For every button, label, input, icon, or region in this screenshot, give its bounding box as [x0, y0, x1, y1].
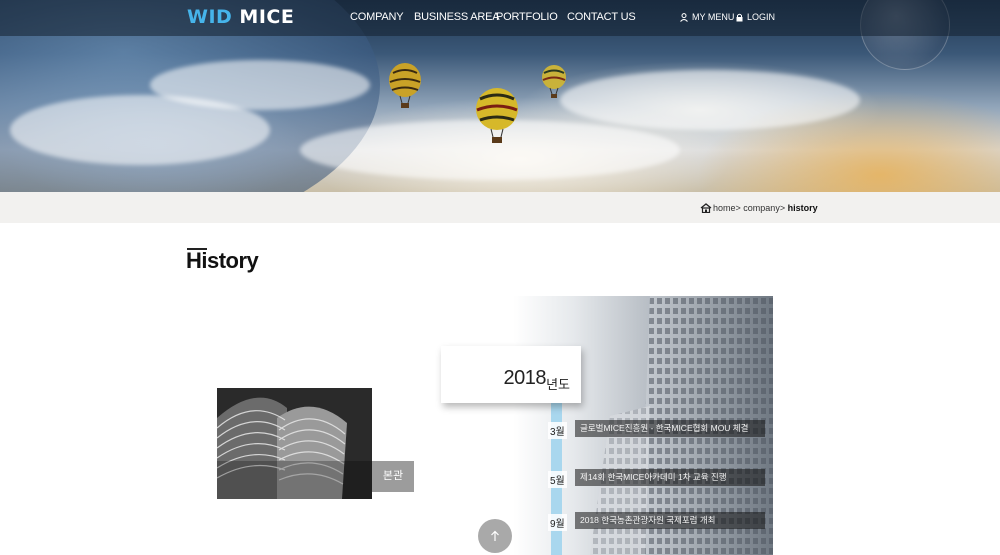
my-menu-label: MY MENU: [692, 12, 735, 22]
timeline-event: 2018 한국농촌관광자원 국제포럼 개최: [575, 512, 765, 529]
hot-air-balloon-icon: [542, 65, 566, 98]
timeline-month: 9월: [548, 514, 567, 531]
timeline-event: 제14회 한국MICE아카데미 1차 교육 진행: [575, 469, 765, 486]
arrow-up-icon: [491, 530, 499, 541]
timeline-month: 5월: [548, 471, 567, 488]
site-logo[interactable]: WID MICE: [187, 6, 294, 28]
logo-mice: MICE: [232, 6, 295, 28]
page-title: History: [186, 248, 259, 273]
breadcrumb-separator: >: [735, 203, 741, 213]
cloud: [150, 60, 370, 110]
nav-contact-us[interactable]: CONTACT US: [567, 11, 636, 23]
hot-air-balloon-icon: [476, 88, 518, 143]
nav-portfolio[interactable]: PORTFOLIO: [496, 11, 558, 23]
timeline-month: 3월: [548, 422, 567, 439]
login-label: LOGIN: [747, 12, 776, 22]
breadcrumb-company[interactable]: company: [743, 203, 780, 213]
image-overlay: [217, 461, 372, 499]
timeline-event: 글로벌MICE진흥원 - 한국MICE협회 MOU 체결: [575, 420, 765, 437]
year-suffix: 년도: [546, 377, 570, 392]
year-number: 2018: [503, 367, 547, 389]
hero-banner: WID MICE COMPANY BUSINESS AREA PORTFOLIO…: [0, 0, 1000, 192]
breadcrumb-band: [0, 192, 1000, 223]
my-menu-link[interactable]: MY MENU: [680, 12, 734, 22]
lock-icon: [736, 13, 743, 21]
cloud: [560, 70, 860, 130]
nav-business-area[interactable]: BUSINESS AREA: [414, 11, 500, 23]
scroll-to-top-button[interactable]: [478, 519, 512, 553]
breadcrumb-separator: >: [779, 203, 786, 213]
login-link[interactable]: LOGIN: [736, 12, 775, 22]
breadcrumb-home[interactable]: home: [713, 203, 736, 213]
building-label: 본관: [372, 461, 414, 492]
breadcrumb: home > company > history: [700, 203, 818, 213]
logo-wid: WID: [187, 6, 233, 28]
home-icon[interactable]: [700, 203, 712, 213]
year-card: 2018 년도: [441, 346, 581, 403]
main-building-image: [217, 388, 372, 499]
hot-air-balloon-icon: [389, 63, 421, 108]
nav-company[interactable]: COMPANY: [350, 11, 404, 23]
user-icon: [680, 12, 688, 22]
breadcrumb-current: history: [787, 203, 818, 213]
